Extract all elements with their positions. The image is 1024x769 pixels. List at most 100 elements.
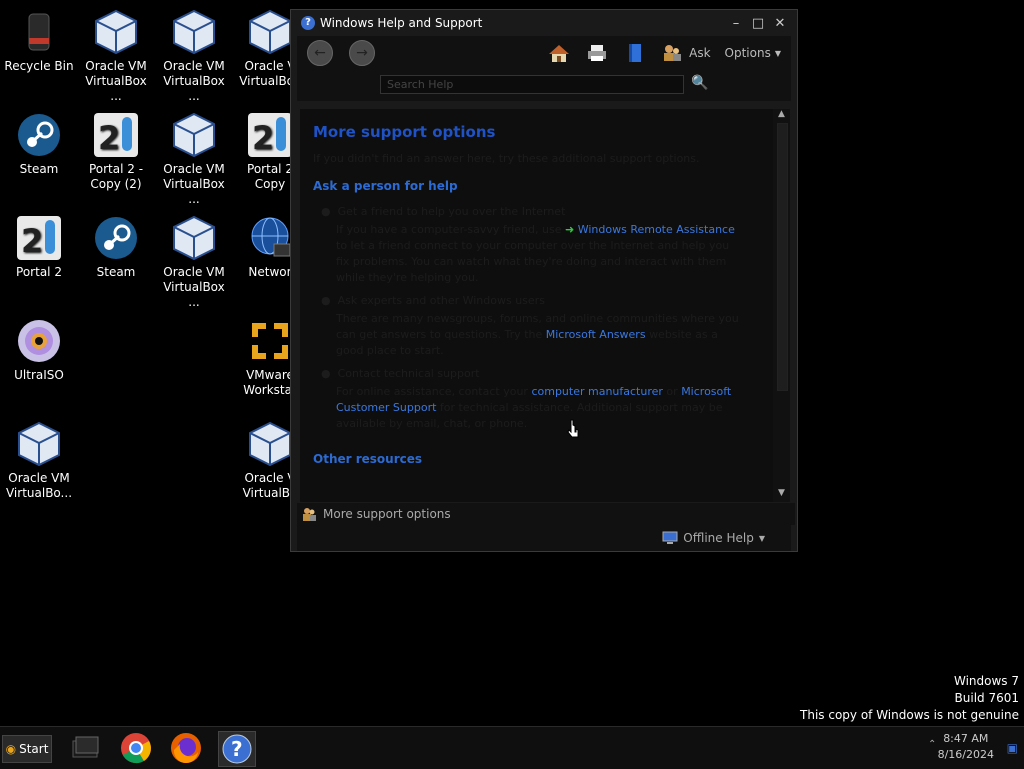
clock[interactable]: 8:47 AM 8/16/2024 (938, 731, 994, 763)
taskbar-app-help[interactable]: ? (218, 731, 256, 767)
desktop-icon-label: Oracle VM VirtualBox ... (163, 59, 225, 103)
clock-date: 8/16/2024 (937, 748, 994, 761)
chevron-down-icon: ▼ (758, 533, 765, 543)
virtualbox-icon (92, 8, 140, 56)
browse-help-button[interactable] (623, 42, 647, 64)
chrome-icon (121, 733, 151, 764)
taskbar-app-terminal[interactable] (68, 731, 104, 765)
portal2-icon: 2 (246, 111, 294, 159)
help-icon: ? (222, 734, 252, 764)
offline-help-label: Offline Help (683, 531, 754, 545)
taskbar: ◉ Start ? ⌃ 8:47 AM 8/16/2024 ▣ (0, 726, 1024, 769)
start-button[interactable]: ◉ Start (2, 735, 52, 763)
printer-icon (588, 45, 607, 61)
paragraph: There are many newsgroups, forums, and o… (336, 311, 743, 359)
topic-label: More support options (323, 507, 451, 521)
link-microsoft-answers[interactable]: Microsoft Answers (546, 328, 646, 341)
scroll-down-button[interactable]: ▼ (773, 488, 790, 502)
desktop-icon-portal2[interactable]: 2 Portal 2 - Copy (2) (78, 111, 154, 192)
people-icon (303, 508, 316, 521)
desktop-icon-virtualbox[interactable]: Oracle VM VirtualBox ... (78, 8, 154, 104)
clock-time: 8:47 AM (943, 732, 989, 745)
help-icon: ? (301, 16, 315, 30)
desktop-icon-steam[interactable]: Steam (78, 214, 154, 280)
paragraph-text: to let a friend connect to your computer… (336, 239, 730, 284)
vmware-icon (246, 317, 294, 365)
paragraph-text: For online assistance, contact your (336, 385, 528, 398)
print-button[interactable] (585, 42, 609, 64)
monitor-icon (662, 531, 678, 544)
taskbar-app-chrome[interactable] (118, 731, 154, 765)
desktop-icon-label: Portal 2 (16, 265, 62, 279)
desktop-icon-steam[interactable]: Steam (1, 111, 77, 177)
offline-help-button[interactable]: Offline Help ▼ (662, 531, 765, 545)
mouse-cursor (567, 419, 579, 438)
vertical-scrollbar[interactable]: ▲ ▼ (773, 109, 790, 502)
search-input[interactable]: Search Help (380, 75, 684, 94)
desktop-icon-label: UltraISO (14, 368, 64, 382)
chevron-up-icon[interactable]: ⌃ (928, 739, 936, 750)
recycle-bin-icon (15, 8, 63, 56)
search-icon: 🔍 (691, 75, 709, 91)
bullet-text: Get a friend to help you over the Intern… (337, 205, 566, 218)
desktop-icon-label: Recycle Bin (4, 59, 74, 73)
desktop-icon-virtualbox[interactable]: Oracle VM VirtualBo... (1, 420, 77, 501)
bullet-item: ● Contact technical support (321, 367, 480, 380)
svg-text:2: 2 (98, 119, 120, 157)
portal2-icon: 2 (15, 214, 63, 262)
bullet-text: Contact technical support (337, 367, 480, 380)
window-controls: – □ ✕ (726, 15, 790, 31)
link-remote-assistance[interactable]: Windows Remote Assistance (578, 223, 735, 236)
desktop-icon-virtualbox[interactable]: Oracle VM VirtualBox ... (156, 214, 232, 310)
scroll-thumb[interactable] (777, 123, 788, 391)
window-titlebar[interactable]: ? Windows Help and Support – □ ✕ (291, 10, 797, 36)
taskbar-app-firefox[interactable] (168, 731, 204, 765)
watermark-line: Windows 7 (953, 674, 1019, 688)
close-button[interactable]: ✕ (770, 15, 790, 31)
svg-text:2: 2 (21, 222, 43, 260)
arrow-left-icon: ← (314, 45, 326, 61)
minimize-button[interactable]: – (726, 15, 746, 31)
forward-button[interactable]: → (349, 40, 375, 66)
desktop-icon-recycle-bin[interactable]: Recycle Bin (1, 8, 77, 74)
maximize-button[interactable]: □ (748, 15, 768, 31)
bullet-item: ● Get a friend to help you over the Inte… (321, 205, 566, 218)
scroll-up-button[interactable]: ▲ (773, 109, 790, 123)
bullet-item: ● Ask experts and other Windows users (321, 294, 545, 307)
home-button[interactable] (547, 42, 571, 64)
windows-logo-icon: ◉ (5, 742, 17, 756)
ask-label: Ask (689, 46, 711, 60)
notification-icon[interactable]: ▣ (1007, 741, 1018, 755)
genuine-watermark: Windows 7 Build 7601 This copy of Window… (800, 673, 1019, 724)
desktop-icon-label: Steam (96, 265, 136, 279)
start-label: Start (19, 742, 49, 756)
firefox-icon (171, 733, 201, 764)
desktop-icon-label: Portal 2 - Copy (2) (88, 162, 144, 191)
status-bar: Offline Help ▼ (297, 525, 791, 551)
bullet-text: Ask experts and other Windows users (337, 294, 545, 307)
arrow-right-icon: → (356, 45, 368, 61)
search-button[interactable]: 🔍 (691, 75, 708, 91)
book-icon (629, 44, 642, 62)
virtualbox-icon (15, 420, 63, 468)
arrow-right-icon: ➜ (565, 223, 575, 236)
link-computer-manufacturer[interactable]: computer manufacturer (531, 385, 662, 398)
window-title: Windows Help and Support (320, 16, 483, 30)
section-heading: Other resources (313, 452, 423, 466)
desktop-icon-label: Steam (19, 162, 59, 176)
paragraph: For online assistance, contact your comp… (336, 384, 743, 432)
desktop-icon-ultraiso[interactable]: UltraISO (1, 317, 77, 383)
desktop-icon-virtualbox[interactable]: Oracle VM VirtualBox ... (156, 8, 232, 104)
search-row: Search Help 🔍 (297, 71, 791, 101)
svg-text:?: ? (231, 737, 243, 761)
people-icon (664, 45, 682, 61)
intro-text: If you didn't find an answer here, try t… (313, 152, 700, 165)
desktop-icon-virtualbox[interactable]: Oracle VM VirtualBox ... (156, 111, 232, 207)
options-button[interactable]: Options ▼ (725, 46, 781, 60)
ultraiso-icon (15, 317, 63, 365)
ask-button[interactable]: Ask (661, 43, 711, 63)
options-label: Options (724, 46, 771, 60)
virtualbox-icon (170, 111, 218, 159)
desktop-icon-portal2[interactable]: 2 Portal 2 (1, 214, 77, 280)
back-button[interactable]: ← (307, 40, 333, 66)
